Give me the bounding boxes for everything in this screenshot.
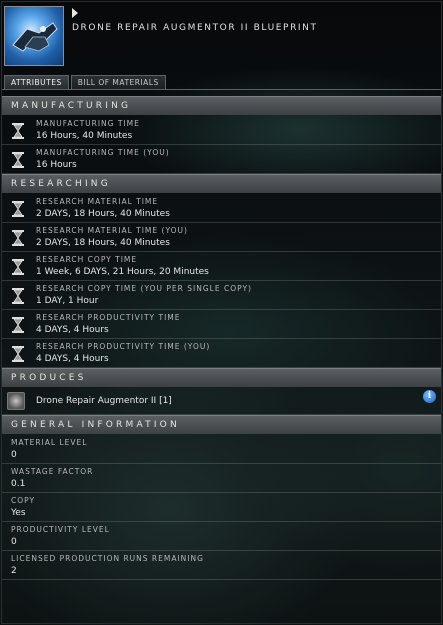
attribute-value: 2 DAYS, 18 Hours, 40 Minutes (36, 209, 170, 219)
attribute-row: RESEARCH MATERIAL TIME (YOU) 2 DAYS, 18 … (2, 223, 441, 252)
attribute-label: RESEARCH PRODUCTIVITY TIME (36, 313, 181, 322)
info-icon[interactable]: i (423, 390, 436, 403)
attribute-row: RESEARCH PRODUCTIVITY TIME 4 DAYS, 4 Hou… (2, 310, 441, 339)
attribute-row: MANUFACTURING TIME (YOU) 16 Hours (2, 145, 441, 174)
attribute-value: 1 DAY, 1 Hour (36, 296, 99, 306)
item-header: DRONE REPAIR AUGMENTOR II BLUEPRINT (0, 0, 443, 76)
info-value: 0.1 (11, 479, 26, 489)
produces-item[interactable]: Drone Repair Augmentor II [1] i (2, 388, 441, 415)
info-value: 0 (11, 450, 17, 460)
info-label: MATERIAL LEVEL (11, 438, 88, 447)
attribute-label: RESEARCH MATERIAL TIME (36, 197, 159, 206)
tab-bill-of-materials[interactable]: BILL OF MATERIALS (70, 75, 166, 90)
section-header-produces[interactable]: PRODUCES (2, 368, 441, 387)
attribute-row: RESEARCH PRODUCTIVITY TIME (YOU) 4 DAYS,… (2, 339, 441, 368)
info-row: COPY Yes (2, 493, 441, 522)
attribute-value: 16 Hours (36, 160, 77, 170)
info-row: PRODUCTIVITY LEVEL 0 (2, 522, 441, 551)
tab-divider (2, 89, 441, 90)
info-label: PRODUCTIVITY LEVEL (11, 525, 110, 534)
attribute-value: 2 DAYS, 18 Hours, 40 Minutes (36, 238, 170, 248)
attribute-row: MANUFACTURING TIME 16 Hours, 40 Minutes (2, 116, 441, 145)
section-header-general-information[interactable]: GENERAL INFORMATION (2, 415, 441, 434)
hourglass-icon (12, 230, 24, 246)
section-header-researching[interactable]: RESEARCHING (2, 174, 441, 193)
tab-bar: ATTRIBUTES BILL OF MATERIALS (4, 75, 168, 90)
info-value: 0 (11, 537, 17, 547)
attribute-label: RESEARCH MATERIAL TIME (YOU) (36, 226, 188, 235)
attribute-value: 16 Hours, 40 Minutes (36, 131, 133, 141)
hourglass-icon (12, 346, 24, 362)
info-value: Yes (11, 508, 26, 518)
attributes-panel: MANUFACTURING MANUFACTURING TIME 16 Hour… (2, 96, 441, 580)
info-label: COPY (11, 496, 36, 505)
attribute-label: RESEARCH COPY TIME (YOU PER SINGLE COPY) (36, 284, 252, 293)
tab-attributes[interactable]: ATTRIBUTES (4, 75, 69, 90)
blueprint-icon[interactable] (4, 6, 64, 66)
hourglass-icon (12, 123, 24, 139)
info-value: 2 (11, 566, 17, 576)
expand-arrow-icon[interactable] (72, 8, 78, 18)
hourglass-icon (12, 288, 24, 304)
attribute-row: RESEARCH COPY TIME (YOU PER SINGLE COPY)… (2, 281, 441, 310)
attribute-label: RESEARCH PRODUCTIVITY TIME (YOU) (36, 342, 211, 351)
info-row: WASTAGE FACTOR 0.1 (2, 464, 441, 493)
section-header-manufacturing[interactable]: MANUFACTURING (2, 96, 441, 115)
attribute-label: RESEARCH COPY TIME (36, 255, 138, 264)
attribute-label: MANUFACTURING TIME (YOU) (36, 148, 170, 157)
hourglass-icon (12, 201, 24, 217)
attribute-value: 4 DAYS, 4 Hours (36, 354, 109, 364)
attribute-value: 4 DAYS, 4 Hours (36, 325, 109, 335)
info-row: MATERIAL LEVEL 0 (2, 435, 441, 464)
item-title: DRONE REPAIR AUGMENTOR II BLUEPRINT (72, 23, 318, 33)
hourglass-icon (12, 259, 24, 275)
attribute-label: MANUFACTURING TIME (36, 119, 140, 128)
hourglass-icon (12, 152, 24, 168)
info-row: LICENSED PRODUCTION RUNS REMAINING 2 (2, 551, 441, 580)
hourglass-icon (12, 317, 24, 333)
info-label: WASTAGE FACTOR (11, 467, 94, 476)
attribute-row: RESEARCH MATERIAL TIME 2 DAYS, 18 Hours,… (2, 194, 441, 223)
produced-item-name: Drone Repair Augmentor II [1] (36, 396, 172, 406)
info-label: LICENSED PRODUCTION RUNS REMAINING (11, 554, 204, 563)
module-icon (7, 392, 25, 410)
attribute-value: 1 Week, 6 DAYS, 21 Hours, 20 Minutes (36, 267, 209, 277)
attribute-row: RESEARCH COPY TIME 1 Week, 6 DAYS, 21 Ho… (2, 252, 441, 281)
